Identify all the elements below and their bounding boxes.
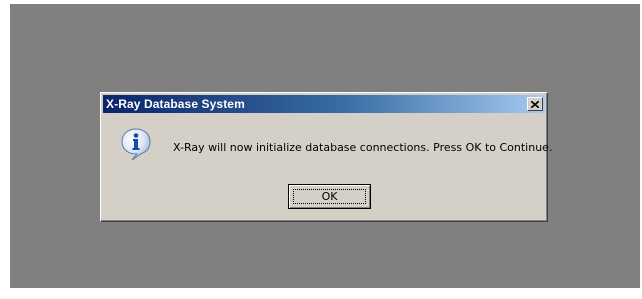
close-icon [531, 100, 539, 108]
dialog-message: X-Ray will now initialize database conne… [173, 141, 553, 154]
close-button[interactable] [527, 97, 543, 111]
ok-button-label: OK [321, 190, 338, 203]
screenshot-frame: X-Ray Database System X-Ray will now ini… [0, 0, 642, 299]
dialog-titlebar[interactable]: X-Ray Database System [103, 95, 545, 113]
dialog-title: X-Ray Database System [106, 97, 245, 111]
ok-button[interactable]: OK [288, 184, 371, 209]
info-icon [121, 128, 151, 161]
desktop-background: X-Ray Database System X-Ray will now ini… [10, 4, 640, 288]
message-dialog: X-Ray Database System X-Ray will now ini… [100, 92, 552, 222]
